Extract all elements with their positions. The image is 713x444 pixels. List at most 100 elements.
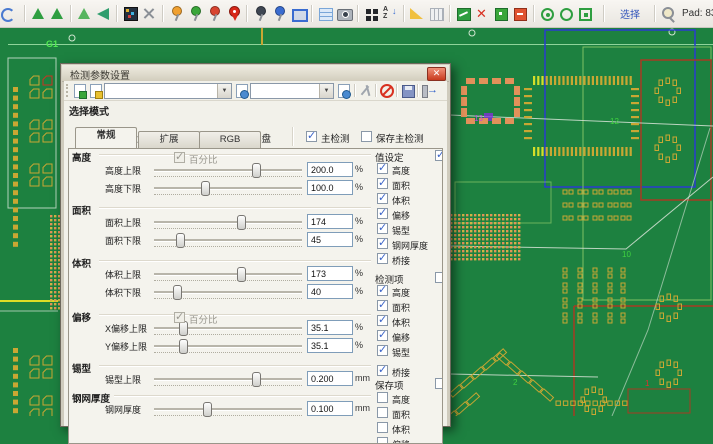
main-inspect-checkbox[interactable] [306,131,317,142]
ii-offset-checkbox[interactable] [377,330,388,341]
tiles-icon[interactable] [363,4,380,23]
vs-offset-label[interactable]: 偏移 [392,209,410,222]
offset-y-slider[interactable] [154,338,302,354]
value-setting-master-checkbox[interactable] [435,150,443,161]
disable-icon[interactable] [379,83,394,98]
height-lower-slider[interactable] [154,180,302,196]
ii-area-checkbox[interactable] [377,300,388,311]
height-upper-input[interactable] [307,162,353,177]
vs-solder-shape-label[interactable]: 锡型 [392,224,410,237]
ii-volume-label[interactable]: 体积 [392,316,410,329]
si-volume-checkbox[interactable] [377,422,388,433]
vs-height-label[interactable]: 高度 [392,164,410,177]
ii-volume-checkbox[interactable] [377,315,388,326]
height-lower-input[interactable] [307,180,353,195]
edit-icon[interactable] [358,83,373,98]
prism-green-icon[interactable] [30,4,47,23]
si-offset-label[interactable]: 偏移 [392,438,410,444]
ruler-icon[interactable] [409,4,426,23]
prism-outline-icon[interactable] [76,4,93,23]
volume-upper-slider[interactable] [154,266,302,282]
ii-height-checkbox[interactable] [377,285,388,296]
zoom-icon[interactable] [660,4,677,23]
pin-red-icon[interactable] [206,4,223,23]
tab-rgb[interactable]: RGB [199,131,261,148]
area-lower-input[interactable] [307,232,353,247]
apply-set-icon[interactable] [234,83,249,98]
location-marker-icon[interactable] [225,4,242,23]
ii-solder-shape-checkbox[interactable] [377,345,388,356]
select-mode-button[interactable]: 选择 [616,6,644,21]
offset-x-input[interactable] [307,320,353,335]
exit-icon[interactable] [421,83,436,98]
pin-orange-icon[interactable] [168,4,185,23]
solder-shape-upper-slider[interactable] [154,371,302,387]
volume-upper-input[interactable] [307,266,353,281]
grid-icon[interactable] [428,4,445,23]
save-icon[interactable] [400,83,415,98]
stencil-thickness-slider[interactable] [154,401,302,417]
dialog-titlebar[interactable]: 检测参数设置 ✕ [62,65,449,82]
rect-select-icon[interactable] [290,4,307,23]
save-main-inspect-checkbox[interactable] [361,131,372,142]
ii-solder-shape-label[interactable]: 锡型 [392,346,410,359]
close-icon[interactable]: ✕ [427,67,446,81]
load-params-icon[interactable] [72,83,87,98]
ii-bridge-checkbox[interactable] [377,365,388,376]
cone-icon[interactable] [95,4,112,23]
param-set2-combo[interactable]: ▼ [250,83,334,99]
vs-area-checkbox[interactable] [377,178,388,189]
toolbar-grip[interactable] [66,84,71,97]
square-target-icon[interactable] [577,4,594,23]
table-icon[interactable] [317,4,334,23]
square-green-icon[interactable] [493,4,510,23]
tab-extended[interactable]: 扩展 [138,131,200,148]
apply-set2-icon[interactable] [336,83,351,98]
image-icon[interactable] [122,4,139,23]
inspect-items-master-checkbox[interactable] [435,272,443,283]
si-height-checkbox[interactable] [377,392,388,403]
prism-green2-icon[interactable] [49,4,66,23]
circle-icon[interactable] [558,4,575,23]
solder-shape-upper-input[interactable] [307,371,353,386]
vs-volume-checkbox[interactable] [377,193,388,204]
square-red-icon[interactable] [512,4,529,23]
ii-height-label[interactable]: 高度 [392,286,410,299]
ii-area-label[interactable]: 面积 [392,301,410,314]
camera-icon[interactable] [336,4,353,23]
vs-bridge-label[interactable]: 桥接 [392,254,410,267]
si-area-checkbox[interactable] [377,407,388,418]
vs-stencil-label[interactable]: 钢网厚度 [392,239,428,252]
circle-target-icon[interactable] [539,4,556,23]
si-area-label[interactable]: 面积 [392,408,410,421]
sort-az-icon[interactable]: AZ [382,4,399,23]
stencil-thickness-input[interactable] [307,401,353,416]
vs-height-checkbox[interactable] [377,163,388,174]
tab-general[interactable]: 常规 [75,127,137,148]
vs-bridge-checkbox[interactable] [377,253,388,264]
volume-lower-input[interactable] [307,284,353,299]
area-lower-slider[interactable] [154,232,302,248]
si-volume-label[interactable]: 体积 [392,423,410,436]
volume-lower-slider[interactable] [154,284,302,300]
chart-icon[interactable] [455,4,472,23]
pin-dark-icon[interactable] [252,4,269,23]
main-inspect-label[interactable]: 主检测 [321,131,350,145]
param-set-combo[interactable]: ▼ [104,83,232,99]
history-icon[interactable] [3,4,20,23]
ii-offset-label[interactable]: 偏移 [392,331,410,344]
si-offset-checkbox[interactable] [377,437,388,444]
load-params2-icon[interactable] [88,83,103,98]
area-upper-input[interactable] [307,214,353,229]
offset-y-input[interactable] [307,338,353,353]
tools-icon[interactable] [141,4,158,23]
save-items-master-checkbox[interactable] [435,378,443,389]
pin-green-icon[interactable] [187,4,204,23]
vs-stencil-checkbox[interactable] [377,238,388,249]
vs-offset-checkbox[interactable] [377,208,388,219]
vs-solder-shape-checkbox[interactable] [377,223,388,234]
vs-area-label[interactable]: 面积 [392,179,410,192]
vs-volume-label[interactable]: 体积 [392,194,410,207]
si-height-label[interactable]: 高度 [392,393,410,406]
save-main-inspect-label[interactable]: 保存主检测 [376,131,424,145]
